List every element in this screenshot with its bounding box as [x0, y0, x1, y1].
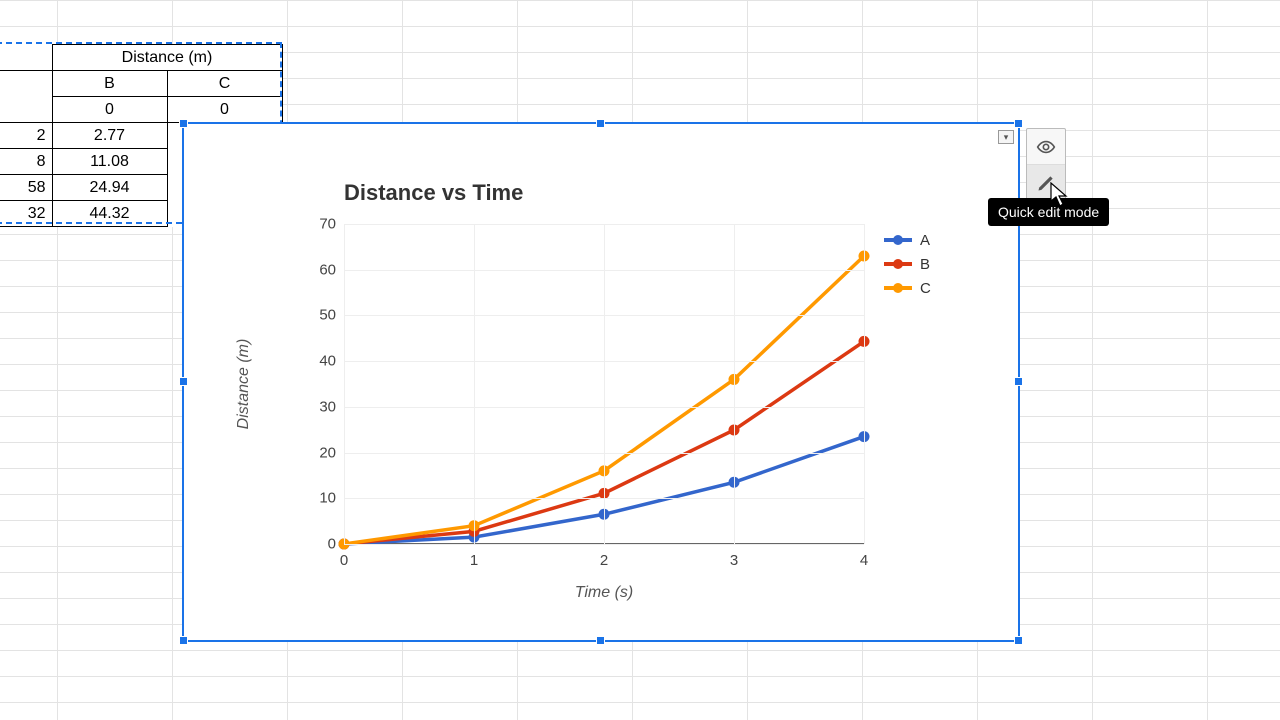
gridline	[864, 224, 865, 544]
legend-item-A[interactable]: A	[884, 228, 931, 252]
resize-handle[interactable]	[1014, 636, 1023, 645]
gridline	[474, 224, 475, 544]
table-col-B: B	[52, 71, 167, 97]
resize-handle[interactable]	[596, 636, 605, 645]
y-tick-label: 50	[319, 307, 336, 324]
resize-handle[interactable]	[1014, 119, 1023, 128]
y-tick-label: 10	[319, 490, 336, 507]
legend-swatch	[884, 262, 912, 266]
y-tick-label: 60	[319, 261, 336, 278]
chart-menu-dropdown[interactable]: ▾	[998, 130, 1014, 144]
legend-swatch	[884, 286, 912, 290]
chart-object[interactable]: ▾ Distance vs Time Time (s) Distance (m)…	[182, 122, 1020, 642]
legend-swatch	[884, 238, 912, 242]
y-tick-label: 40	[319, 353, 336, 370]
x-tick-label: 1	[470, 552, 478, 569]
y-tick-label: 70	[319, 216, 336, 233]
table-header-group: Distance (m)	[52, 45, 282, 71]
pencil-icon	[1036, 173, 1056, 193]
table-col-C: C	[167, 71, 282, 97]
x-tick-label: 2	[600, 552, 608, 569]
chart-legend[interactable]: ABC	[884, 228, 931, 300]
gridline	[604, 224, 605, 544]
chart-plot-area[interactable]: Time (s) Distance (m) 010203040506070012…	[344, 224, 864, 544]
gridline	[344, 224, 345, 544]
view-mode-button[interactable]	[1027, 129, 1065, 165]
x-tick-label: 3	[730, 552, 738, 569]
y-axis-label[interactable]: Distance (m)	[235, 339, 253, 430]
gridline	[734, 224, 735, 544]
legend-item-C[interactable]: C	[884, 276, 931, 300]
quick-edit-mode-button[interactable]	[1027, 165, 1065, 201]
resize-handle[interactable]	[179, 636, 188, 645]
y-tick-label: 0	[328, 536, 336, 553]
table-row[interactable]: 0 0	[0, 97, 282, 123]
tooltip: Quick edit mode	[988, 198, 1109, 226]
gridline	[344, 544, 864, 545]
x-tick-label: 0	[340, 552, 348, 569]
y-tick-label: 30	[319, 398, 336, 415]
chart-title[interactable]: Distance vs Time	[344, 180, 523, 206]
legend-label: C	[920, 280, 931, 297]
x-axis-label[interactable]: Time (s)	[575, 584, 634, 602]
eye-icon	[1036, 137, 1056, 157]
legend-label: B	[920, 256, 930, 273]
x-tick-label: 4	[860, 552, 868, 569]
legend-item-B[interactable]: B	[884, 252, 931, 276]
resize-handle[interactable]	[1014, 377, 1023, 386]
chart-edit-toolbar	[1026, 128, 1066, 202]
y-tick-label: 20	[319, 444, 336, 461]
resize-handle[interactable]	[179, 119, 188, 128]
legend-label: A	[920, 232, 930, 249]
chart-series-svg	[344, 224, 644, 374]
resize-handle[interactable]	[179, 377, 188, 386]
resize-handle[interactable]	[596, 119, 605, 128]
